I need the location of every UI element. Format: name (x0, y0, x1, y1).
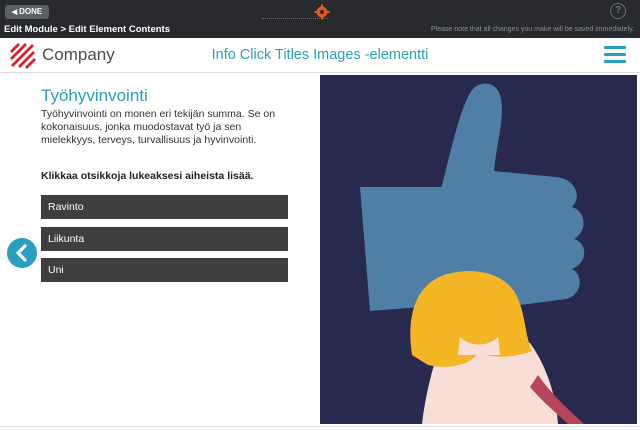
hamburger-icon[interactable] (604, 46, 626, 64)
gear-icon[interactable] (314, 4, 330, 20)
thumbs-up-person-image (360, 83, 585, 424)
content-heading: Työhyvinvointi (41, 86, 148, 105)
content-instruction: Klikkaa otsikkoja lukeaksesi aiheista li… (41, 170, 254, 182)
triangle-left-icon: ◀ (11, 9, 18, 16)
done-button[interactable]: ◀ DONE (5, 5, 49, 19)
topic-button-uni[interactable]: Uni (41, 258, 288, 282)
footer-divider (0, 426, 640, 427)
preview-page: Company Info Click Titles Images -elemen… (0, 38, 640, 430)
previous-button[interactable] (7, 238, 37, 268)
breadcrumb: Edit Module > Edit Element Contents (4, 24, 170, 35)
topic-button-ravinto[interactable]: Ravinto (41, 195, 288, 219)
thumbs-up-illustration (320, 75, 637, 424)
editor-toolbar: ◀ DONE ? Edit Module > Edit Element Conte… (0, 0, 640, 38)
chevron-left-icon (16, 244, 27, 262)
save-note: Please note that all changes you make wi… (431, 26, 634, 33)
module-header: Company Info Click Titles Images -elemen… (0, 38, 640, 73)
content-body: Työhyvinvointi on monen eri tekijän summ… (41, 108, 276, 146)
topic-button-liikunta[interactable]: Liikunta (41, 227, 288, 251)
page-title: Info Click Titles Images -elementti (211, 47, 429, 63)
done-label: DONE (19, 7, 43, 16)
help-button[interactable]: ? (610, 3, 626, 19)
